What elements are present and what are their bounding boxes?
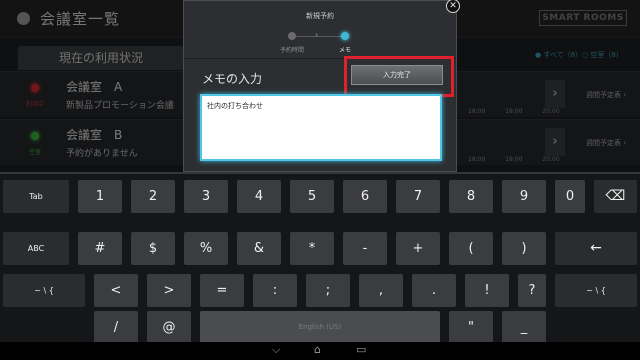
key-symbols-shift-right[interactable]: ~ \ { (555, 274, 637, 307)
recents-icon[interactable]: ▭ (356, 343, 366, 356)
key-7[interactable]: 7 (396, 180, 440, 213)
key-comma[interactable]: , (359, 274, 403, 307)
key-8[interactable]: 8 (449, 180, 493, 213)
input-done-button[interactable]: 入力完了 (351, 65, 443, 85)
key-2[interactable]: 2 (131, 180, 175, 213)
key-ampersand[interactable]: & (237, 232, 281, 265)
memo-input[interactable]: 社内の打ち合わせ (200, 94, 442, 161)
key-6[interactable]: 6 (343, 180, 387, 213)
chevron-right-icon: › (315, 30, 319, 39)
key-quote[interactable]: " (449, 311, 493, 344)
key-asterisk[interactable]: * (290, 232, 334, 265)
key-at[interactable]: @ (147, 311, 191, 344)
key-3[interactable]: 3 (184, 180, 228, 213)
key-less-than[interactable]: < (94, 274, 138, 307)
key-hash[interactable]: # (78, 232, 122, 265)
key-4[interactable]: 4 (237, 180, 281, 213)
key-1[interactable]: 1 (78, 180, 122, 213)
key-percent[interactable]: % (184, 232, 228, 265)
home-icon[interactable]: ⌂ (314, 343, 321, 356)
key-close-paren[interactable]: ) (502, 232, 546, 265)
key-colon[interactable]: : (253, 274, 297, 307)
section-label: メモの入力 (202, 72, 263, 86)
step-dot-time (288, 32, 296, 40)
soft-keyboard: Tab 1 2 3 4 5 6 7 8 9 0 ⌫ ABC # $ % & * … (0, 172, 640, 344)
step-label-memo: メモ (339, 47, 352, 54)
back-icon[interactable]: ⌵ (272, 343, 280, 357)
key-symbols-shift-left[interactable]: ~ \ { (3, 274, 85, 307)
key-greater-than[interactable]: > (147, 274, 191, 307)
key-semicolon[interactable]: ; (306, 274, 350, 307)
key-5[interactable]: 5 (290, 180, 334, 213)
key-9[interactable]: 9 (502, 180, 546, 213)
key-tab[interactable]: Tab (3, 180, 69, 213)
key-dollar[interactable]: $ (131, 232, 175, 265)
key-equals[interactable]: = (200, 274, 244, 307)
key-period[interactable]: . (412, 274, 456, 307)
step-dot-memo (341, 32, 349, 40)
key-question[interactable]: ? (518, 274, 546, 307)
key-exclamation[interactable]: ! (465, 274, 509, 307)
new-reservation-dialog: 新規予約 › 予約時間 メモ ✕ メモの入力 入力完了 社内の打ち合わせ (183, 0, 460, 172)
space-bar[interactable]: English (US) (200, 311, 440, 344)
system-navbar: ⌵ ⌂ ▭ (0, 342, 640, 360)
backspace-icon[interactable]: ⌫ (594, 180, 637, 213)
key-minus[interactable]: - (343, 232, 387, 265)
step-label-time: 予約時間 (280, 47, 305, 54)
key-underscore[interactable]: _ (502, 311, 546, 344)
key-open-paren[interactable]: ( (449, 232, 493, 265)
key-slash[interactable]: / (94, 311, 138, 344)
dialog-title: 新規予約 (306, 12, 334, 20)
key-0[interactable]: 0 (555, 180, 585, 213)
key-abc[interactable]: ABC (3, 232, 69, 265)
enter-icon[interactable]: ← (555, 232, 637, 265)
key-plus[interactable]: + (396, 232, 440, 265)
